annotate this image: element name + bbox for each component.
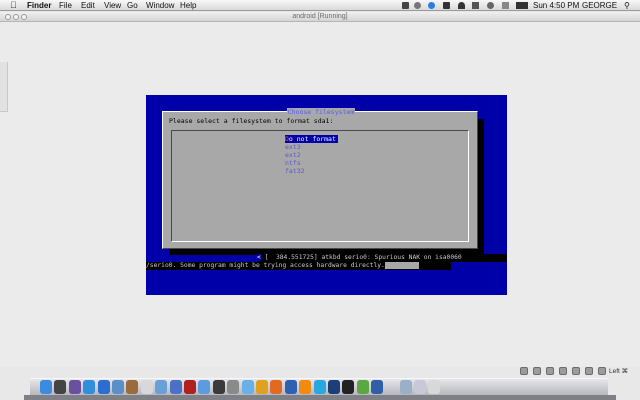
keyboard-capture-status-icon[interactable]	[598, 367, 606, 375]
menubar-user[interactable]: GEORGE	[582, 0, 617, 11]
virtualbox-icon[interactable]	[371, 380, 384, 394]
firefox-icon[interactable]	[270, 380, 283, 394]
dialog-title: Choose filesystem	[286, 108, 356, 116]
menu-file[interactable]: File	[59, 0, 72, 11]
downloads-icon[interactable]	[399, 380, 412, 394]
kernel-message-text-1: [ 384.551725] atkbd serio0: Spurious NAK…	[260, 254, 462, 261]
finder-icon[interactable]	[40, 380, 52, 394]
mail-icon[interactable]	[112, 380, 124, 394]
menu-go[interactable]: Go	[127, 0, 138, 11]
option-label-rest: o not format	[288, 135, 336, 143]
calendar-icon[interactable]	[140, 380, 153, 394]
mission-control-icon[interactable]	[68, 380, 81, 394]
filesystem-option-ext3[interactable]: ext3	[285, 143, 338, 151]
spotlight-icon[interactable]: ⚲	[624, 0, 630, 11]
window-titlebar[interactable]: android [Running]	[0, 12, 640, 22]
dialog-prompt: Please select a filesystem to format sda…	[169, 117, 334, 125]
mouse-integration-status-icon[interactable]	[585, 367, 593, 375]
skype-icon[interactable]	[313, 380, 326, 394]
network-status-icon[interactable]	[559, 367, 567, 375]
bluetooth-icon[interactable]	[443, 2, 450, 9]
photoshop-icon[interactable]	[328, 380, 340, 394]
photo-booth-icon[interactable]	[184, 380, 196, 394]
wifi-icon[interactable]	[458, 2, 465, 9]
filesystem-list-box: Do not format ext3 ext2 ntfs fat32	[171, 130, 469, 242]
console-tail-block	[384, 262, 419, 269]
menu-finder[interactable]: Finder	[27, 0, 51, 11]
menu-window[interactable]: Window	[146, 0, 174, 11]
kernel-message-line-1: < [ 384.551725] atkbd serio0: Spurious N…	[257, 254, 507, 262]
kernel-message-line-2: /serio0. Some program might be trying ac…	[146, 262, 451, 270]
menubar-clock[interactable]: Sun 4:50 PM	[533, 0, 579, 11]
safari-icon[interactable]	[83, 380, 96, 394]
choose-filesystem-dialog: Choose filesystem Please select a filesy…	[162, 108, 478, 249]
quicktime-icon[interactable]	[284, 380, 297, 394]
usb-status-icon[interactable]	[546, 367, 554, 375]
filesystem-option-ext2[interactable]: ext2	[285, 151, 338, 159]
filesystem-option-do-not-format[interactable]: Do not format	[285, 135, 338, 143]
app-store-icon[interactable]	[97, 380, 110, 394]
time-machine-icon[interactable]	[414, 2, 421, 9]
shared-folders-status-icon[interactable]	[572, 367, 580, 375]
menu-bar:  Finder File Edit View Go Window Help S…	[0, 0, 640, 11]
dock-shelf	[24, 395, 616, 400]
window-side-panel	[0, 62, 8, 112]
flag-icon[interactable]	[502, 2, 509, 9]
sync-icon[interactable]	[487, 2, 494, 9]
battery-icon[interactable]	[516, 2, 528, 9]
preview-icon[interactable]	[155, 380, 168, 394]
trash-icon[interactable]	[428, 380, 441, 394]
menu-help[interactable]: Help	[180, 0, 196, 11]
filesystem-option-ntfs[interactable]: ntfs	[285, 159, 338, 167]
filesystem-list: Do not format ext3 ext2 ntfs fat32	[285, 135, 338, 175]
kernel-message-text-2: /serio0. Some program might be trying ac…	[146, 262, 385, 269]
host-key-label: Left ⌘	[609, 368, 629, 375]
chrome-icon[interactable]	[256, 380, 268, 394]
menu-view[interactable]: View	[104, 0, 121, 11]
documents-icon[interactable]	[414, 380, 426, 394]
filesystem-option-fat32[interactable]: fat32	[285, 167, 338, 175]
itunes-icon[interactable]	[169, 380, 182, 394]
contacts-icon[interactable]	[126, 380, 139, 394]
cd-status-icon[interactable]	[533, 367, 541, 375]
facetime-icon[interactable]	[212, 380, 225, 394]
system-preferences-icon[interactable]	[227, 380, 240, 394]
apple-logo-icon[interactable]: 	[10, 0, 17, 11]
volume-icon[interactable]	[472, 2, 479, 9]
window-title: android [Running]	[292, 13, 348, 20]
menu-edit[interactable]: Edit	[81, 0, 95, 11]
iphoto-icon[interactable]	[198, 380, 211, 394]
hdd-status-icon[interactable]	[520, 367, 528, 375]
dashboard-icon[interactable]	[54, 380, 67, 394]
messages-icon[interactable]	[241, 380, 254, 394]
display-icon[interactable]	[402, 2, 409, 9]
dropbox-icon[interactable]	[428, 2, 435, 9]
terminal-icon[interactable]	[342, 380, 355, 394]
evernote-icon[interactable]	[356, 380, 369, 394]
vlc-icon[interactable]	[299, 380, 312, 394]
